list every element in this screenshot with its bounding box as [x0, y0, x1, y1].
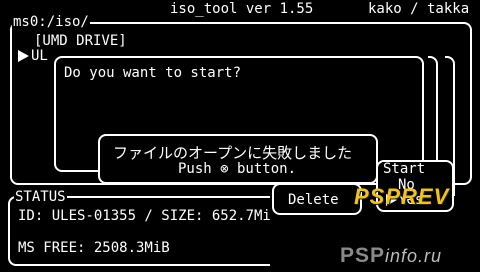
list-item-ul[interactable]	[17, 49, 30, 63]
error-instruction: Push ⊗ button.	[178, 161, 297, 177]
start-menu-title: Start	[382, 161, 427, 177]
error-message: ファイルのオープンに失敗しました	[113, 144, 353, 162]
watermark-psprev: PSPREV	[354, 184, 450, 209]
dialog-question: Do you want to start?	[64, 65, 242, 81]
app-title: iso_tool ver 1.55	[170, 1, 314, 17]
status-id-size: ID: ULES-01355 / SIZE: 652.7Mi	[18, 208, 271, 224]
watermark-tail: info.ru	[385, 246, 443, 266]
watermark-pspinfo: PSPinfo.ru	[340, 245, 442, 266]
status-title: STATUS	[14, 189, 67, 205]
selection-cursor-icon	[18, 50, 29, 62]
authors-label: kako / takka	[368, 1, 470, 17]
status-ms-free: MS FREE: 2508.3MiB	[18, 240, 170, 256]
list-item-label[interactable]: UL	[31, 49, 48, 63]
watermark-main: PSP	[340, 244, 386, 267]
current-path: ms0:/iso/	[12, 14, 90, 30]
delete-option-label[interactable]: Delete	[288, 193, 339, 207]
list-item-umd-drive[interactable]: [UMD DRIVE]	[34, 34, 127, 48]
